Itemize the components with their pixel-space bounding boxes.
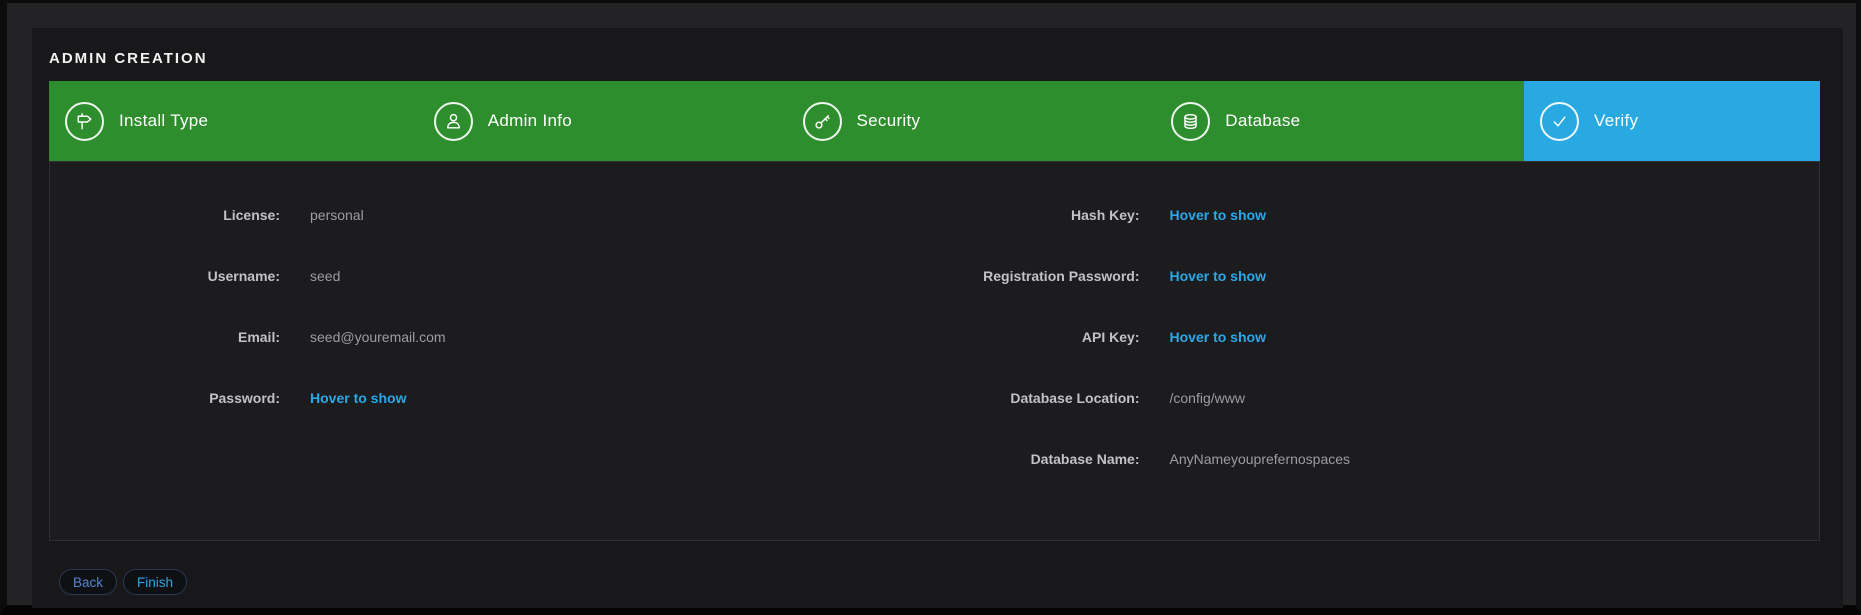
- wizard-step-label: Database: [1225, 111, 1300, 131]
- form-row-database-location: Database Location: /config/www: [935, 367, 1820, 428]
- form-row-hash-key: Hash Key: Hover to show: [935, 184, 1820, 245]
- hash-key-reveal-link[interactable]: Hover to show: [1170, 207, 1266, 223]
- form-column-left: License: personal Username: seed Email: …: [50, 184, 935, 540]
- wizard-step-database[interactable]: Database: [1155, 81, 1524, 161]
- user-icon: [434, 102, 473, 141]
- form-row-registration-password: Registration Password: Hover to show: [935, 245, 1820, 306]
- form-row-api-key: API Key: Hover to show: [935, 306, 1820, 367]
- api-key-reveal-link[interactable]: Hover to show: [1170, 329, 1266, 345]
- wizard-step-verify[interactable]: Verify: [1524, 81, 1820, 161]
- database-icon: [1171, 102, 1210, 141]
- api-key-label: API Key:: [935, 329, 1140, 345]
- database-location-value: /config/www: [1170, 390, 1245, 406]
- database-name-value: AnyNameyouprefernospaces: [1170, 451, 1351, 467]
- page-title: ADMIN CREATION: [49, 28, 1826, 65]
- verify-summary-form: License: personal Username: seed Email: …: [49, 161, 1820, 541]
- signpost-icon: [65, 102, 104, 141]
- wizard-steps: Install Type Admin Info Security Databas…: [49, 81, 1820, 161]
- form-row-database-name: Database Name: AnyNameyouprefernospaces: [935, 428, 1820, 489]
- username-value: seed: [310, 268, 340, 284]
- wizard-step-admin-info[interactable]: Admin Info: [418, 81, 787, 161]
- page-background: ADMIN CREATION Install Type Admin Info S…: [0, 0, 1861, 615]
- form-column-right: Hash Key: Hover to show Registration Pas…: [935, 184, 1820, 540]
- wizard-actions: Back Finish: [49, 569, 1826, 595]
- wizard-step-label: Verify: [1594, 111, 1638, 131]
- registration-password-label: Registration Password:: [935, 268, 1140, 284]
- wizard-step-label: Security: [857, 111, 921, 131]
- database-name-label: Database Name:: [935, 451, 1140, 467]
- wizard-step-security[interactable]: Security: [787, 81, 1156, 161]
- check-icon: [1540, 102, 1579, 141]
- back-button[interactable]: Back: [59, 569, 117, 595]
- registration-password-reveal-link[interactable]: Hover to show: [1170, 268, 1266, 284]
- password-reveal-link[interactable]: Hover to show: [310, 390, 406, 406]
- email-value: seed@youremail.com: [310, 329, 446, 345]
- wizard-step-label: Admin Info: [488, 111, 572, 131]
- email-label: Email:: [50, 329, 280, 345]
- form-row-email: Email: seed@youremail.com: [50, 306, 935, 367]
- license-value: personal: [310, 207, 364, 223]
- form-row-username: Username: seed: [50, 245, 935, 306]
- username-label: Username:: [50, 268, 280, 284]
- wizard-step-install-type[interactable]: Install Type: [49, 81, 418, 161]
- admin-creation-panel: ADMIN CREATION Install Type Admin Info S…: [32, 28, 1843, 608]
- database-location-label: Database Location:: [935, 390, 1140, 406]
- key-icon: [803, 102, 842, 141]
- license-label: License:: [50, 207, 280, 223]
- hash-key-label: Hash Key:: [935, 207, 1140, 223]
- finish-button[interactable]: Finish: [123, 569, 187, 595]
- password-label: Password:: [50, 390, 280, 406]
- form-row-license: License: personal: [50, 184, 935, 245]
- form-row-password: Password: Hover to show: [50, 367, 935, 428]
- wizard-step-label: Install Type: [119, 111, 208, 131]
